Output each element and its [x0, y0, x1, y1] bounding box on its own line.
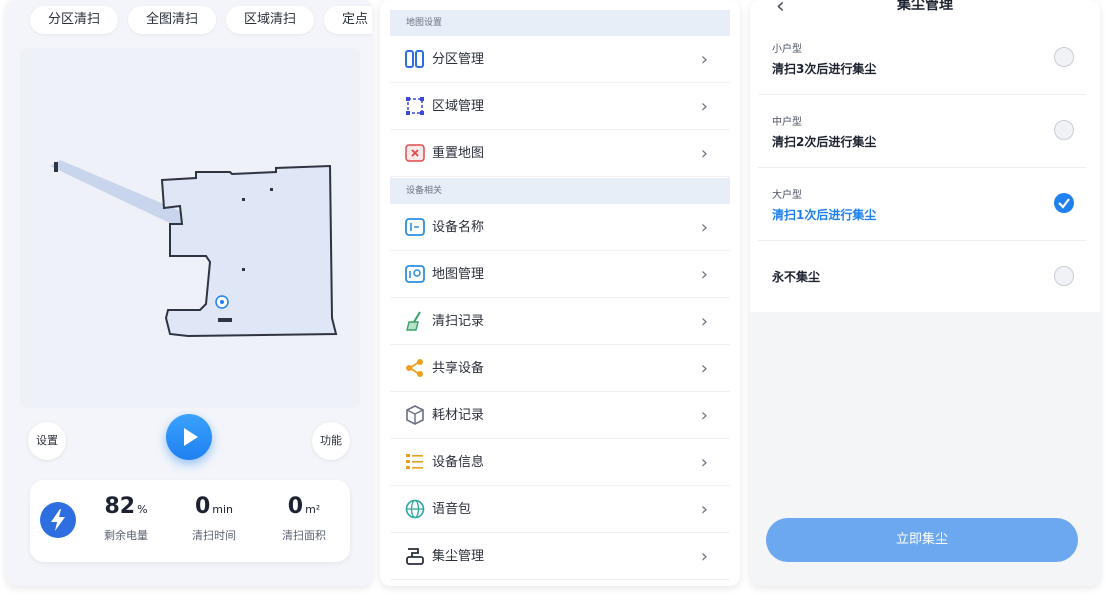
list-item-voice-pack[interactable]: 语音包 › — [390, 486, 730, 533]
page-title: 集尘管理 — [897, 0, 953, 13]
list-item-consumables[interactable]: 耗材记录 › — [390, 392, 730, 439]
option-title: 大户型 — [772, 190, 802, 201]
battery-unit: % — [137, 503, 148, 516]
device-name-icon — [404, 216, 426, 238]
settings-button[interactable]: 设置 — [28, 422, 66, 460]
chip-zone-clean[interactable]: 分区清扫 — [30, 6, 119, 34]
list-item-label: 分区管理 — [432, 52, 485, 67]
chevron-right-icon: › — [700, 405, 708, 426]
battery-value: 82 — [104, 494, 136, 519]
option-small-home[interactable]: 小户型 清扫3次后进行集尘 — [758, 22, 1086, 95]
option-medium-home[interactable]: 中户型 清扫2次后进行集尘 — [758, 95, 1086, 168]
option-desc: 清扫1次后进行集尘 — [772, 208, 877, 222]
partition-icon — [404, 48, 426, 70]
clean-area-stat: 0 m² 清扫面积 — [264, 494, 344, 543]
battery-bolt-icon — [40, 502, 76, 538]
list-item-label: 语音包 — [432, 502, 472, 517]
option-never-collect[interactable]: 永不集尘 — [758, 241, 1086, 314]
radio-unchecked-icon[interactable] — [1054, 266, 1074, 286]
list-item-area-manage[interactable]: 区域管理 › — [390, 83, 730, 130]
floor-map-graphic — [50, 160, 338, 338]
device-info-icon — [404, 451, 426, 473]
battery-label: 剩余电量 — [104, 529, 148, 542]
clean-time-label: 清扫时间 — [192, 529, 236, 542]
radio-checked-icon[interactable] — [1054, 193, 1074, 213]
option-desc: 永不集尘 — [772, 270, 821, 284]
share-icon — [404, 357, 426, 379]
start-clean-button[interactable] — [166, 414, 212, 460]
map-artifact — [242, 268, 245, 271]
clean-mode-chips: 分区清扫 全图清扫 区域清扫 定点 — [30, 6, 372, 34]
room-outline — [160, 164, 338, 338]
section-header-map-settings: 地图设置 — [390, 10, 730, 36]
chevron-right-icon: › — [700, 546, 708, 567]
map-artifact — [270, 188, 273, 191]
broom-icon — [404, 310, 426, 332]
function-button[interactable]: 功能 — [312, 422, 350, 460]
list-item-dust-manage[interactable]: 集尘管理 › — [390, 533, 730, 580]
map-artifact — [218, 318, 232, 322]
list-item-label: 设备信息 — [432, 455, 485, 470]
list-item-device-name[interactable]: 设备名称 › — [390, 204, 730, 251]
settings-screen: 地图设置 分区管理 › 区域管理 › 重置地图 › 设备相关 设备名称 › 地图… — [380, 0, 740, 586]
list-item-label: 集尘管理 — [432, 549, 485, 564]
chip-spot-clean[interactable]: 定点 — [324, 6, 372, 34]
clean-time-unit: min — [212, 503, 234, 516]
clean-time-value: 0 — [194, 494, 211, 519]
chevron-right-icon: › — [700, 96, 708, 117]
chip-area-clean[interactable]: 区域清扫 — [226, 6, 315, 34]
radio-unchecked-icon[interactable] — [1054, 47, 1074, 67]
battery-stat: 82% 剩余电量 — [86, 494, 166, 543]
chevron-right-icon: › — [700, 499, 708, 520]
option-large-home[interactable]: 大户型 清扫1次后进行集尘 — [758, 168, 1086, 241]
area-select-icon — [404, 95, 426, 117]
voice-globe-icon — [404, 498, 426, 520]
status-card: 82% 剩余电量 0 min 清扫时间 0 m² 清扫面积 — [30, 480, 350, 562]
dust-options-card: ‹ 集尘管理 小户型 清扫3次后进行集尘 中户型 清扫2次后进行集尘 大户型 清… — [750, 0, 1100, 312]
list-item-share-device[interactable]: 共享设备 › — [390, 345, 730, 392]
list-item-label: 设备名称 — [432, 220, 485, 235]
map-artifact — [242, 198, 245, 201]
list-item-clean-records[interactable]: 清扫记录 › — [390, 298, 730, 345]
chevron-right-icon: › — [700, 143, 708, 164]
list-item-label: 重置地图 — [432, 146, 485, 161]
reset-map-icon — [404, 142, 426, 164]
list-item-label: 清扫记录 — [432, 314, 485, 329]
dust-collection-screen: ‹ 集尘管理 小户型 清扫3次后进行集尘 中户型 清扫2次后进行集尘 大户型 清… — [750, 0, 1100, 586]
play-icon — [184, 428, 198, 446]
robot-dot — [220, 300, 224, 304]
clean-area-unit: m² — [305, 503, 321, 516]
chevron-right-icon: › — [700, 358, 708, 379]
chevron-right-icon: › — [700, 311, 708, 332]
list-item-label: 共享设备 — [432, 361, 485, 376]
clean-area-label: 清扫面积 — [282, 529, 326, 542]
clean-time-stat: 0 min 清扫时间 — [174, 494, 254, 543]
chevron-right-icon: › — [700, 452, 708, 473]
chevron-right-icon: › — [700, 264, 708, 285]
dust-manage-icon — [404, 545, 426, 567]
chevron-right-icon: › — [700, 49, 708, 70]
list-item-reset-map[interactable]: 重置地图 › — [390, 130, 730, 177]
list-item-device-info[interactable]: 设备信息 › — [390, 439, 730, 486]
section-header-device: 设备相关 — [390, 178, 730, 204]
option-title: 小户型 — [772, 44, 802, 55]
radio-unchecked-icon[interactable] — [1054, 120, 1074, 140]
cleaning-map[interactable] — [20, 48, 360, 408]
option-desc: 清扫3次后进行集尘 — [772, 62, 877, 76]
clean-area-value: 0 — [287, 494, 304, 519]
list-item-map-manage[interactable]: 地图管理 › — [390, 251, 730, 298]
consumable-icon — [404, 404, 426, 426]
collect-now-button[interactable]: 立即集尘 — [766, 518, 1078, 562]
list-item-label: 区域管理 — [432, 99, 485, 114]
map-screen: 分区清扫 全图清扫 区域清扫 定点 设置 功能 82 % 剩余电量 0 min … — [6, 0, 372, 586]
option-title: 中户型 — [772, 117, 802, 128]
map-manage-icon — [404, 263, 426, 285]
option-desc: 清扫2次后进行集尘 — [772, 135, 877, 149]
list-item-label: 地图管理 — [432, 267, 485, 282]
list-item-label: 耗材记录 — [432, 408, 485, 423]
list-item-partition-manage[interactable]: 分区管理 › — [390, 36, 730, 83]
map-artifact — [54, 162, 58, 172]
chip-full-clean[interactable]: 全图清扫 — [128, 6, 217, 34]
chevron-right-icon: › — [700, 217, 708, 238]
